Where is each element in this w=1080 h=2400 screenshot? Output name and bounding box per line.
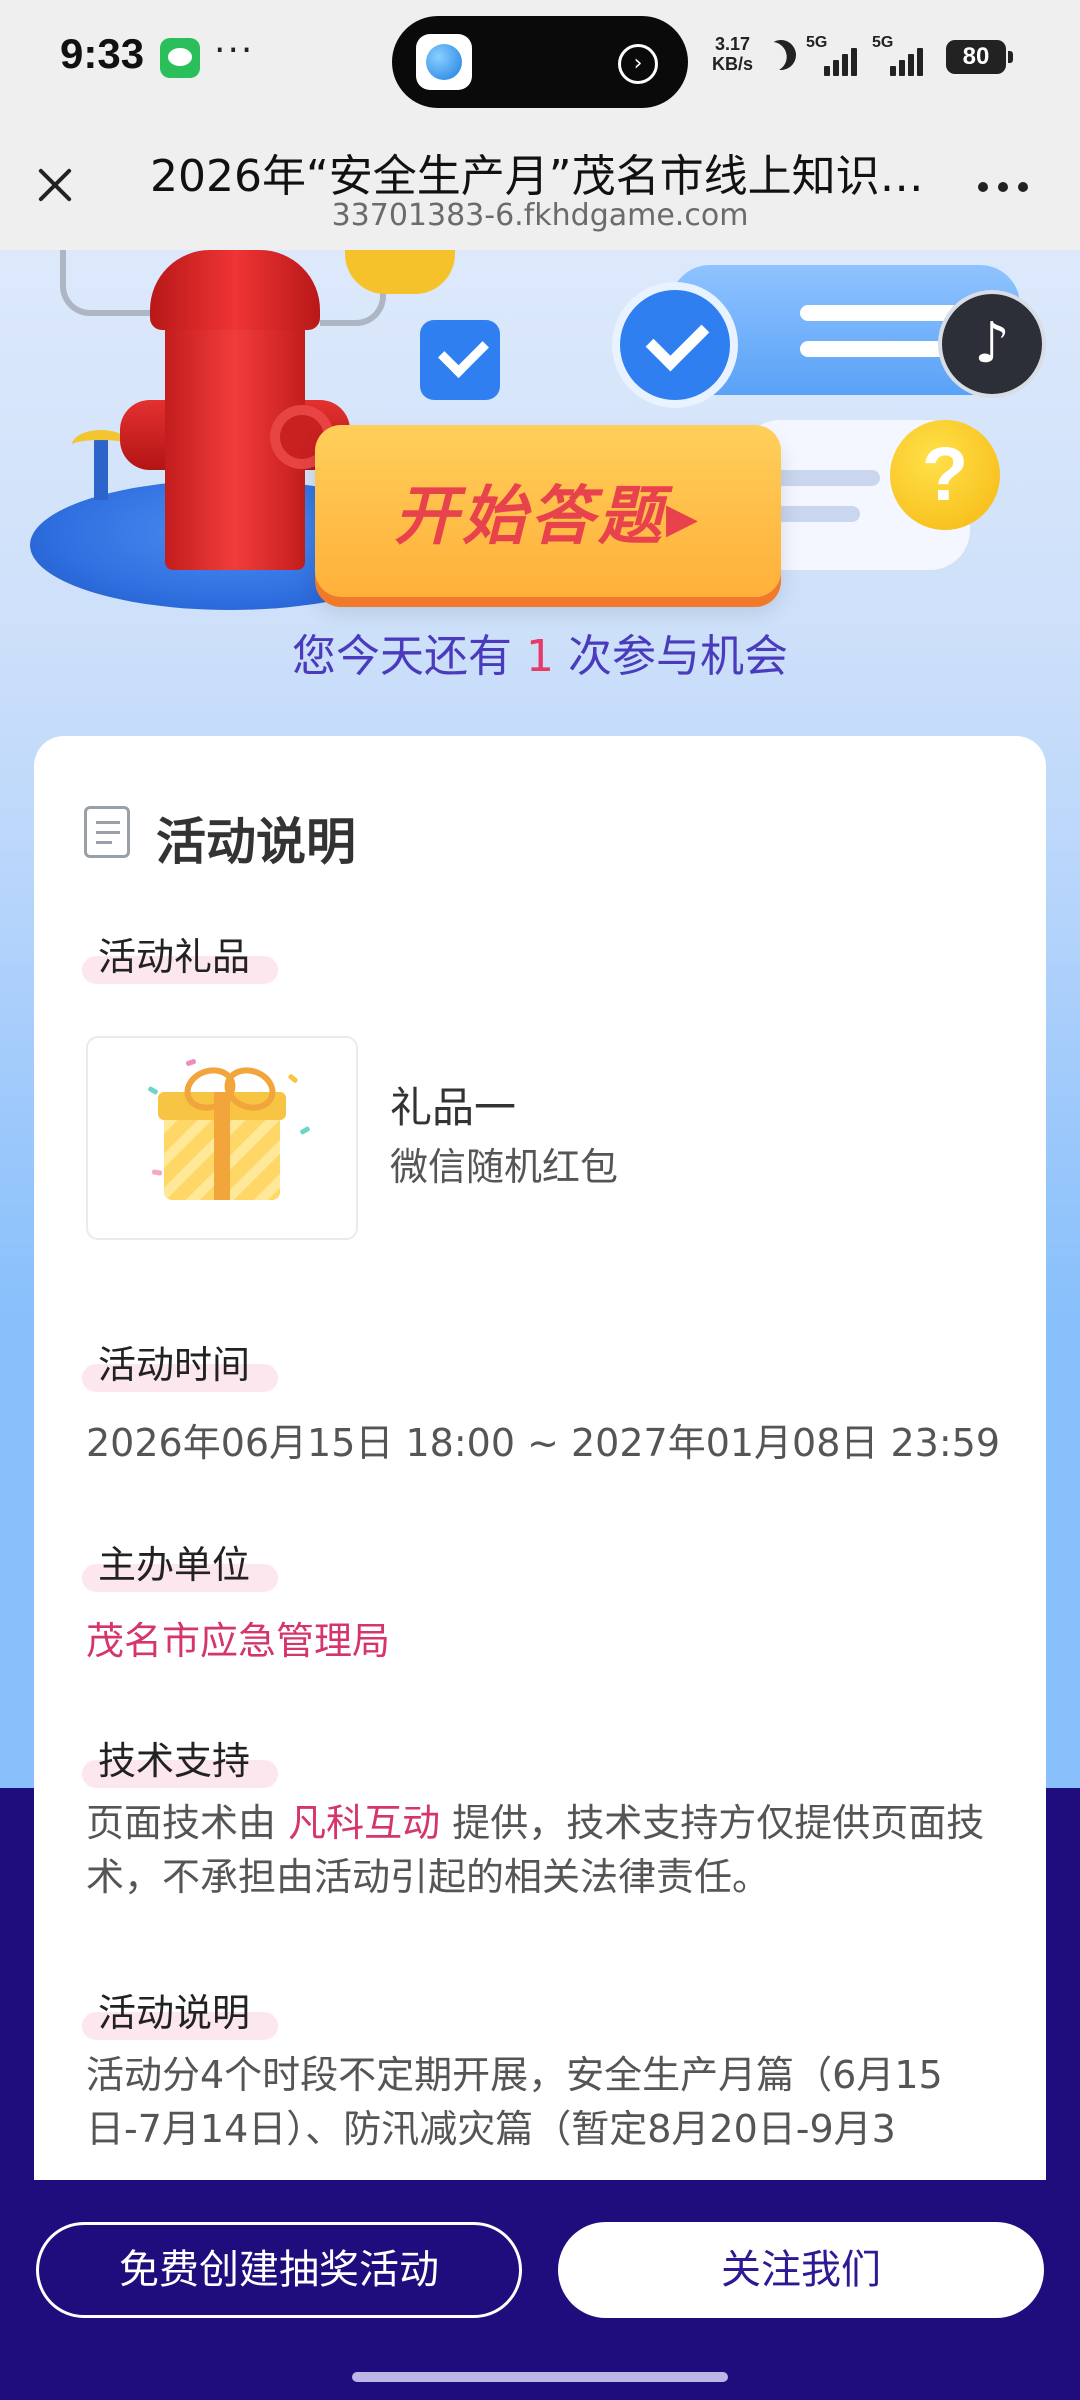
more-menu-icon[interactable] (978, 182, 1032, 194)
create-lottery-button[interactable]: 免费创建抽奖活动 (36, 2222, 522, 2318)
section-heading-tech: 技术支持 (82, 1730, 278, 1788)
organizer-value: 茂名市应急管理局 (86, 1619, 391, 1663)
checkmark-icon (620, 290, 730, 400)
gift-description: 微信随机红包 (390, 1145, 619, 1189)
gift-name: 礼品一 (390, 1083, 517, 1132)
section-heading-text: 技术支持 (98, 1739, 251, 1783)
chevron-right-icon: › (618, 44, 658, 84)
page-url: 33701383-6.fkhdgame.com (331, 198, 749, 233)
question-mark-icon: ? (890, 420, 1000, 530)
status-bar: 9:33 ··· › 3.17 KB/s 5G 5G 80 (0, 0, 1080, 120)
tech-prefix: 页面技术由 (86, 1801, 289, 1845)
battery-icon: 80 (946, 40, 1013, 74)
gift-image (86, 1036, 358, 1240)
wechat-icon (160, 38, 200, 78)
dynamic-island[interactable]: › (392, 16, 688, 108)
network-speed-unit: KB/s (712, 54, 754, 74)
tech-support-text: 页面技术由 凡科互动 提供，技术支持方仅提供页面技术，不承担由活动引起的相关法律… (86, 1796, 1006, 1904)
status-more-icon: ··· (214, 30, 255, 71)
activity-card: 活动说明 活动礼品 礼品一 微信随机红包 活动时间 2026年06月15日 18… (34, 736, 1046, 2400)
remaining-chances: 您今天还有 1 次参与机会 (0, 620, 1080, 684)
bottom-action-bar: 免费创建抽奖活动 关注我们 (0, 2180, 1080, 2400)
activity-time-value: 2026年06月15日 18:00 ~ 2027年01月08日 23:59 (86, 1421, 1001, 1465)
section-heading-text: 活动礼品 (98, 935, 251, 979)
network-speed: 3.17 KB/s (712, 34, 753, 74)
section-heading-description: 活动说明 (82, 1982, 278, 2040)
checkmark-icon (420, 320, 500, 400)
chance-prefix: 您今天还有 (292, 631, 526, 682)
browser-header: 2026年“安全生产月”茂名市线上知识竞赛 33701383-6.fkhdgam… (0, 120, 1080, 250)
section-heading-gifts: 活动礼品 (82, 926, 278, 984)
signal-icon: 5G (806, 34, 862, 76)
music-toggle-icon[interactable] (938, 290, 1046, 398)
hero-banner: ? 开始答题▸ 您今天还有 1 次参与机会 (0, 250, 1080, 730)
section-heading-text: 活动说明 (98, 1991, 251, 2035)
browser-app-icon (416, 34, 472, 90)
signal-label: 5G (872, 34, 894, 51)
follow-us-button[interactable]: 关注我们 (558, 2222, 1044, 2318)
section-heading-text: 主办单位 (98, 1543, 251, 1587)
signal-icon: 5G (872, 34, 928, 76)
chance-count: 1 (526, 631, 554, 682)
close-icon[interactable] (30, 160, 80, 210)
network-speed-value: 3.17 (714, 34, 751, 54)
start-quiz-label: 开始答题▸ (393, 480, 703, 554)
chance-suffix: 次参与机会 (554, 631, 788, 682)
document-icon (84, 806, 130, 858)
section-heading-organizer: 主办单位 (82, 1534, 278, 1592)
card-title: 活动说明 (156, 813, 356, 871)
activity-description: 活动分4个时段不定期开展，安全生产月篇（6月15日-7月14日）、防汛减灾篇（暂… (86, 2053, 943, 2151)
home-indicator[interactable] (352, 2372, 728, 2382)
signal-label: 5G (806, 34, 828, 51)
section-heading-text: 活动时间 (98, 1343, 251, 1387)
tech-provider-link[interactable]: 凡科互动 (288, 1801, 440, 1845)
page-content: ? 开始答题▸ 您今天还有 1 次参与机会 活动说明 活动礼品 (0, 250, 1080, 2400)
page-title: 2026年“安全生产月”茂名市线上知识竞赛 (150, 151, 930, 202)
do-not-disturb-icon (761, 35, 802, 76)
start-quiz-button[interactable]: 开始答题▸ (315, 425, 781, 597)
hydrant-cap (150, 250, 320, 330)
status-time: 9:33 (60, 30, 145, 77)
section-heading-time: 活动时间 (82, 1334, 278, 1392)
